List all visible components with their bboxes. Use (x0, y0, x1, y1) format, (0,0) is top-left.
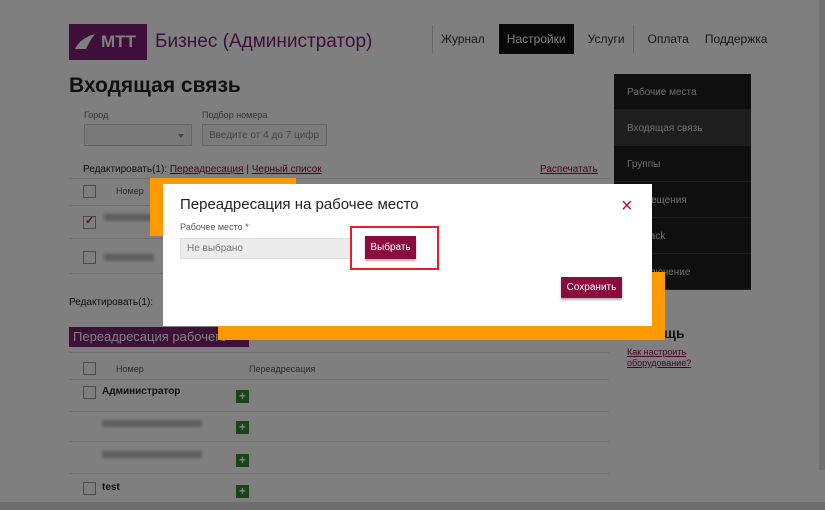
modal-title: Переадресация на рабочее место (180, 196, 419, 213)
save-button[interactable]: Сохранить (561, 277, 622, 298)
choose-button[interactable]: Выбрать (365, 236, 416, 259)
required-mark: * (245, 222, 249, 232)
close-icon[interactable]: × (621, 196, 633, 216)
forward-modal: Переадресация на рабочее место × Рабочее… (163, 184, 652, 326)
workplace-field[interactable]: Не выбрано (180, 238, 352, 259)
workplace-label: Рабочее место * (180, 222, 249, 232)
workplace-label-text: Рабочее место (180, 222, 243, 232)
